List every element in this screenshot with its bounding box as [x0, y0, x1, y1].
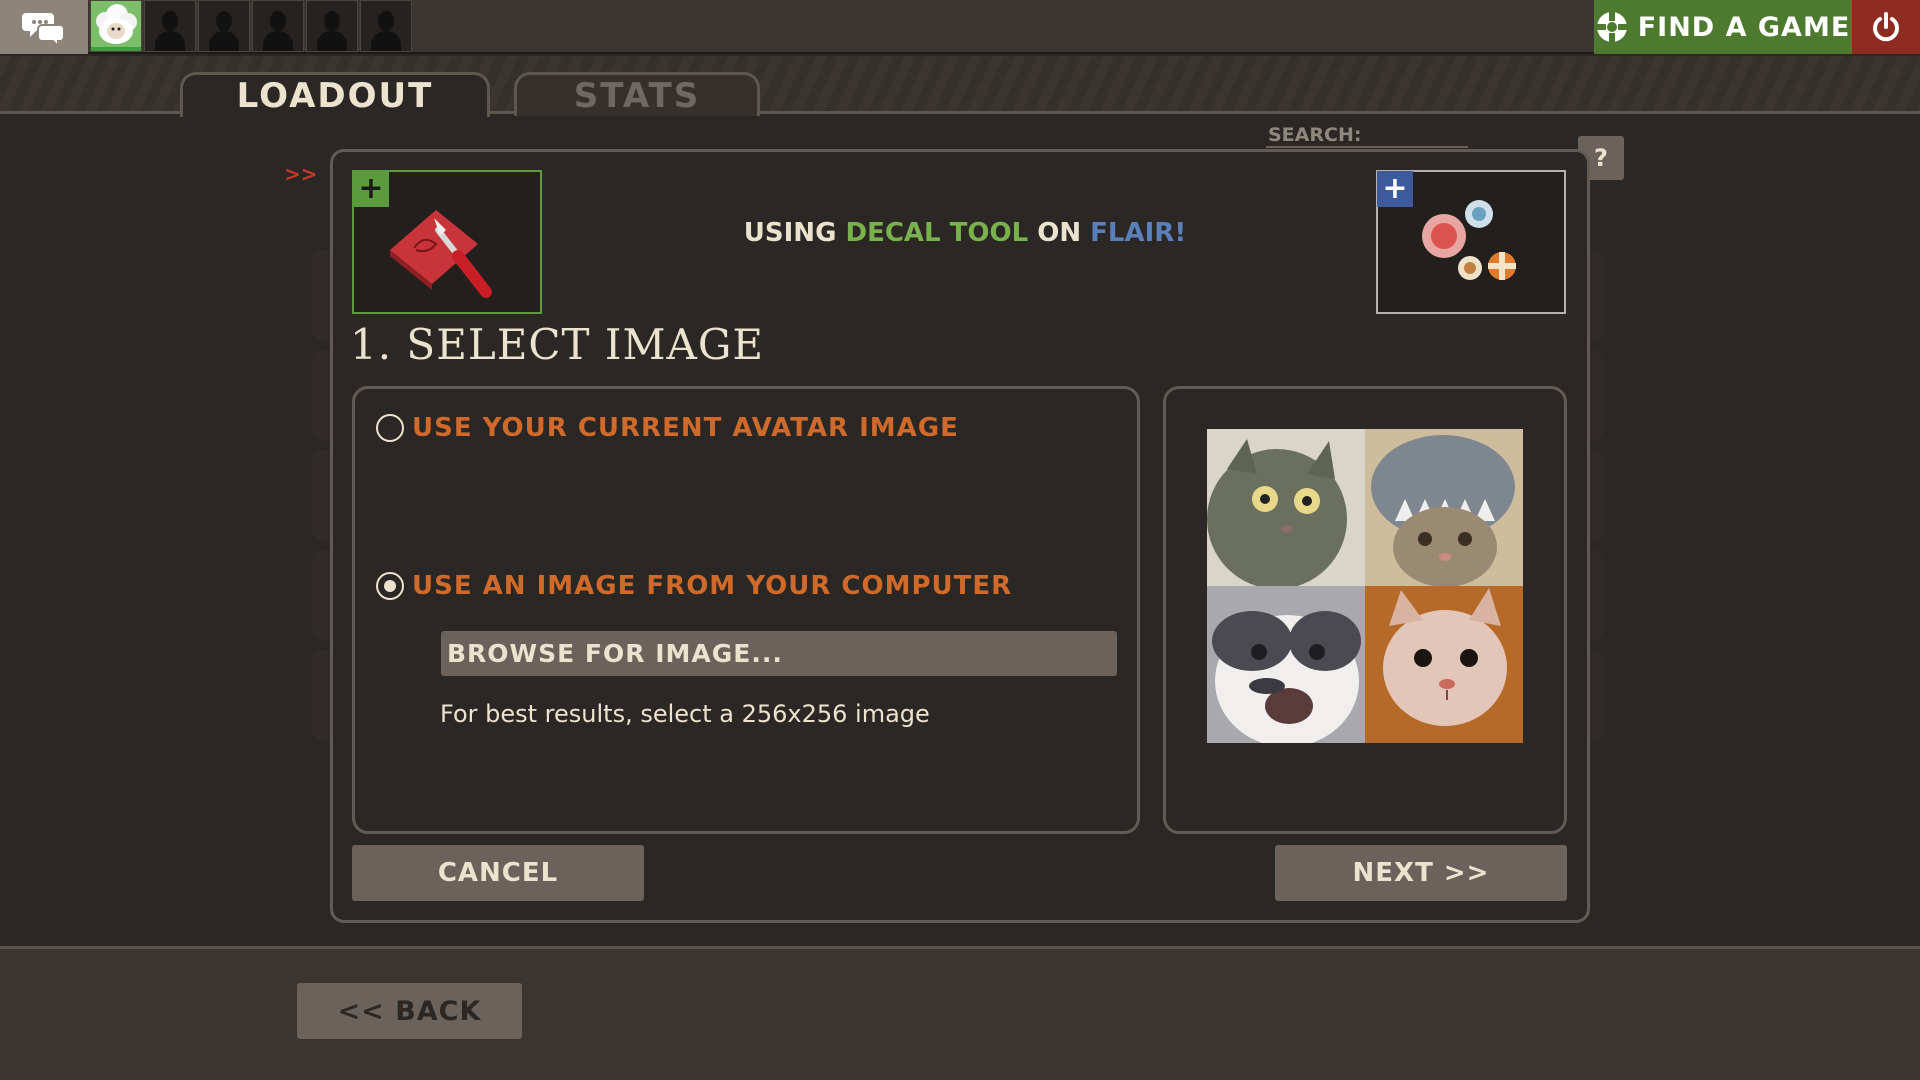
radio-unselected-icon[interactable]: [376, 414, 404, 442]
preview-cat-3: [1207, 586, 1365, 743]
radio-selected-icon[interactable]: [376, 572, 404, 600]
party-slot-empty[interactable]: [198, 0, 250, 52]
party-slot-empty[interactable]: [144, 0, 196, 52]
preview-cat-4: [1365, 586, 1523, 743]
silhouette-icon: [371, 7, 401, 51]
target-name: FLAIR!: [1090, 218, 1187, 248]
tab-loadout[interactable]: LOADOUT: [180, 72, 490, 117]
preview-cat-1: [1207, 429, 1365, 586]
browse-for-image-button[interactable]: BROWSE FOR IMAGE...: [441, 631, 1117, 676]
option-computer-label: USE AN IMAGE FROM YOUR COMPUTER: [412, 571, 1013, 601]
silhouette-icon: [155, 7, 185, 51]
decal-tool-icon: [390, 210, 492, 298]
preview-cat-2: [1365, 429, 1523, 586]
bottom-bar: [0, 946, 1920, 1080]
target-item-box[interactable]: +: [1376, 170, 1566, 314]
title-mid: ON: [1037, 218, 1082, 248]
size-hint: For best results, select a 256x256 image: [440, 700, 930, 728]
power-icon: [1873, 12, 1899, 42]
search-label: SEARCH:: [1268, 124, 1362, 146]
tool-item-box[interactable]: +: [352, 170, 542, 314]
tab-stats[interactable]: STATS: [514, 72, 760, 116]
tf2-logo-icon: [1596, 12, 1627, 42]
party-slot-empty[interactable]: [360, 0, 412, 52]
option-avatar-image[interactable]: USE YOUR CURRENT AVATAR IMAGE: [376, 413, 959, 443]
party-slot-empty[interactable]: [306, 0, 358, 52]
image-source-panel: [352, 386, 1140, 834]
silhouette-icon: [209, 7, 239, 51]
back-button[interactable]: << BACK: [297, 983, 522, 1039]
player-avatar[interactable]: [90, 0, 142, 52]
find-a-game-button[interactable]: FIND A GAME: [1594, 0, 1852, 54]
flair-buttons-icon: [1422, 200, 1516, 280]
next-button[interactable]: NEXT >>: [1275, 845, 1567, 901]
search-input[interactable]: [1266, 146, 1468, 148]
cancel-button[interactable]: CANCEL: [352, 845, 644, 901]
step-title: 1. SELECT IMAGE: [350, 320, 765, 369]
option-computer-image[interactable]: USE AN IMAGE FROM YOUR COMPUTER: [376, 571, 1012, 601]
quit-button[interactable]: [1852, 0, 1920, 54]
option-avatar-label: USE YOUR CURRENT AVATAR IMAGE: [412, 413, 959, 443]
tool-name: DECAL TOOL: [845, 218, 1029, 248]
dialog-title: USING DECAL TOOL ON FLAIR!: [560, 218, 1370, 248]
title-prefix: USING: [743, 218, 837, 248]
sheep-avatar-icon: [91, 1, 141, 51]
party-slot-empty[interactable]: [252, 0, 304, 52]
chat-button[interactable]: [0, 0, 88, 54]
silhouette-icon: [317, 7, 347, 51]
preview-image: [1207, 429, 1523, 743]
silhouette-icon: [263, 7, 293, 51]
collapse-arrows[interactable]: >>: [284, 162, 318, 186]
chat-bubbles-icon: [22, 13, 65, 47]
find-a-game-label: FIND A GAME: [1637, 11, 1851, 43]
